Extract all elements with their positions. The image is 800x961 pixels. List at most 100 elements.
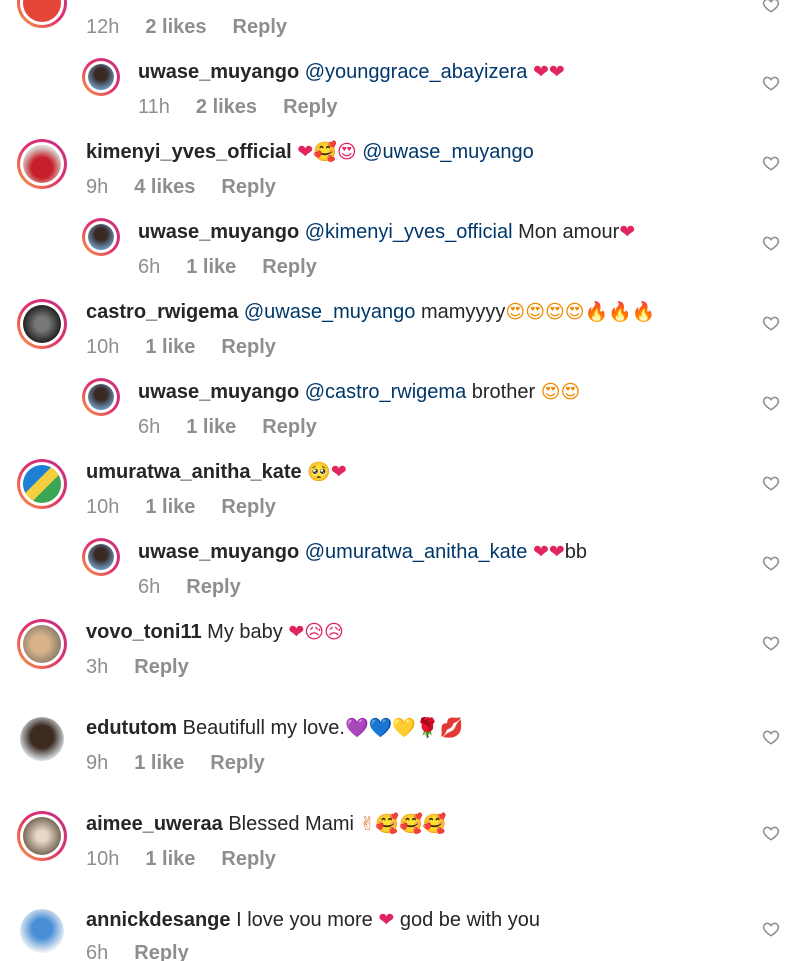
username[interactable]: castro_rwigema [86, 301, 238, 323]
mention-link[interactable]: @uwase_muyango [362, 141, 534, 163]
heart-outline-icon[interactable] [762, 0, 780, 14]
comment-text: kimenyi_yves_official ❤🥰😍 @uwase_muyango [86, 140, 534, 164]
avatar[interactable] [82, 58, 120, 96]
username[interactable]: umuratwa_anitha_kate [86, 461, 302, 483]
reply-button[interactable]: Reply [210, 752, 264, 774]
comment-text: vovo_toni11 My baby ❤😥😥 [86, 620, 344, 644]
comment-time: 6h [86, 942, 109, 961]
comment-text: aimee_uweraa Blessed Mami ✌🥰🥰🥰 [86, 812, 446, 836]
heart-outline-icon[interactable] [762, 634, 780, 652]
like-count[interactable]: 1 like [145, 496, 195, 518]
like-count[interactable]: 2 likes [145, 16, 206, 38]
avatar[interactable] [82, 218, 120, 256]
like-count[interactable]: 4 likes [134, 176, 195, 198]
avatar[interactable] [17, 811, 67, 861]
heart-outline-icon[interactable] [762, 728, 780, 746]
username[interactable]: uwase_muyango [138, 61, 299, 83]
like-count[interactable]: 2 likes [196, 96, 257, 118]
heart-outline-icon[interactable] [762, 234, 780, 252]
avatar[interactable] [82, 538, 120, 576]
heart-outline-icon[interactable] [762, 920, 780, 938]
reply-row: uwase_muyango @younggrace_abayizera ❤❤ 1… [0, 55, 800, 130]
comment-meta: 6h 1 like Reply [138, 255, 343, 279]
avatar[interactable] [82, 378, 120, 416]
reply-button[interactable]: Reply [186, 576, 240, 598]
comment-meta: 10h 1 like Reply [86, 335, 302, 359]
reply-button[interactable]: Reply [134, 942, 188, 961]
mention-link[interactable]: @umuratwa_anitha_kate [305, 541, 528, 563]
comment-row: castro_rwigema @uwase_muyango mamyyyy😍😍😍… [0, 295, 800, 370]
emoji-text: 😍😍 [540, 381, 581, 403]
username[interactable]: uwase_muyango [138, 221, 299, 243]
comment-text: castro_rwigema @uwase_muyango mamyyyy😍😍😍… [86, 300, 656, 324]
comment-text: edututom Beautifull my love.💜💙💛🌹💋 [86, 716, 463, 740]
emoji-text: ❤❤ [532, 541, 565, 563]
avatar[interactable] [17, 299, 67, 349]
emoji-text: ❤ [378, 909, 395, 931]
heart-outline-icon[interactable] [762, 74, 780, 92]
avatar[interactable] [17, 139, 67, 189]
reply-button[interactable]: Reply [233, 16, 287, 38]
heart-outline-icon[interactable] [762, 554, 780, 572]
comment-text: umuratwa_anitha_kate 🥺❤ [86, 460, 347, 484]
comment-meta: 11h 2 likes Reply [138, 95, 364, 119]
emoji-text: 😍😍😍😍🔥🔥🔥 [505, 301, 656, 323]
comment-time: 10h [86, 496, 120, 518]
like-count[interactable]: 1 like [145, 848, 195, 870]
mention-link[interactable]: @uwase_muyango [244, 301, 416, 323]
emoji-text: ❤ [619, 221, 636, 243]
comment-meta: 9h 4 likes Reply [86, 175, 302, 199]
avatar[interactable] [17, 619, 67, 669]
comment-body: bb [564, 541, 588, 563]
reply-row: uwase_muyango @umuratwa_anitha_kate ❤❤bb… [0, 535, 800, 610]
comment-row: annickdesange I love you more ❤ god be w… [0, 903, 800, 961]
comment-time: 10h [86, 336, 120, 358]
username[interactable]: uwase_muyango [138, 381, 299, 403]
comment-meta: 6h Reply [138, 575, 267, 599]
emoji-text: 🥺❤ [307, 461, 347, 483]
like-count[interactable]: 1 like [145, 336, 195, 358]
mention-link[interactable]: @younggrace_abayizera [305, 61, 528, 83]
like-count[interactable]: 1 like [186, 416, 236, 438]
reply-button[interactable]: Reply [221, 176, 275, 198]
comment-row: 12h 2 likes Reply [0, 0, 800, 50]
username[interactable]: kimenyi_yves_official [86, 141, 292, 163]
username[interactable]: edututom [86, 717, 177, 739]
emoji-text: ✌🥰🥰🥰 [359, 813, 447, 835]
mention-link[interactable]: @castro_rwigema [305, 381, 466, 403]
heart-outline-icon[interactable] [762, 314, 780, 332]
comment-time: 6h [138, 416, 161, 438]
comment-body-continued: god be with you [399, 909, 540, 931]
comment-time: 9h [86, 176, 109, 198]
comment-text: uwase_muyango @umuratwa_anitha_kate ❤❤bb [138, 540, 587, 564]
reply-button[interactable]: Reply [221, 496, 275, 518]
comment-body: Blessed Mami [228, 813, 354, 835]
comment-text: uwase_muyango @castro_rwigema brother 😍😍 [138, 380, 580, 404]
reply-button[interactable]: Reply [262, 416, 316, 438]
comment-text: uwase_muyango @kimenyi_yves_official Mon… [138, 220, 635, 244]
username[interactable]: annickdesange [86, 909, 231, 931]
mention-link[interactable]: @kimenyi_yves_official [305, 221, 513, 243]
comment-text: uwase_muyango @younggrace_abayizera ❤❤ [138, 60, 565, 84]
username[interactable]: uwase_muyango [138, 541, 299, 563]
avatar[interactable] [17, 459, 67, 509]
avatar[interactable] [20, 909, 64, 953]
heart-outline-icon[interactable] [762, 154, 780, 172]
like-count[interactable]: 1 like [186, 256, 236, 278]
comment-meta: 12h 2 likes Reply [86, 15, 313, 39]
heart-outline-icon[interactable] [762, 824, 780, 842]
reply-button[interactable]: Reply [262, 256, 316, 278]
reply-button[interactable]: Reply [221, 336, 275, 358]
avatar[interactable] [17, 0, 67, 28]
reply-button[interactable]: Reply [221, 848, 275, 870]
avatar[interactable] [20, 717, 64, 761]
comment-time: 3h [86, 656, 109, 678]
heart-outline-icon[interactable] [762, 394, 780, 412]
comment-meta: 6h Reply [86, 941, 215, 961]
username[interactable]: vovo_toni11 [86, 621, 202, 643]
reply-button[interactable]: Reply [283, 96, 337, 118]
reply-button[interactable]: Reply [134, 656, 188, 678]
like-count[interactable]: 1 like [134, 752, 184, 774]
username[interactable]: aimee_uweraa [86, 813, 223, 835]
heart-outline-icon[interactable] [762, 474, 780, 492]
